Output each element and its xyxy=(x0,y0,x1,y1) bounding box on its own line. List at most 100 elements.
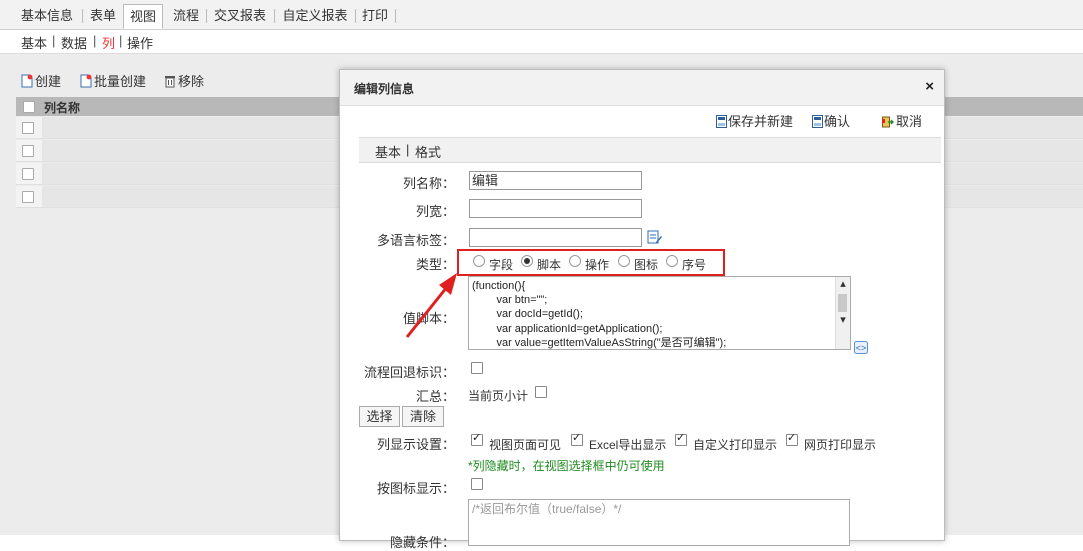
remove-label: 移除 xyxy=(178,74,205,89)
script-line: (function(){ var btn=""; var docId=getId… xyxy=(469,277,850,349)
confirm-button[interactable]: 确认 xyxy=(812,111,850,130)
tab-separator xyxy=(355,9,356,23)
view-visible-label: 视图页面可见 xyxy=(489,438,562,452)
clear-button[interactable]: 清除 xyxy=(402,406,444,427)
tab-flow[interactable]: 流程 xyxy=(169,6,203,28)
rollback-flag-checkbox[interactable] xyxy=(471,362,483,374)
save-and-new-button[interactable]: 保存并新建 xyxy=(716,111,793,130)
page-subtotal-checkbox[interactable] xyxy=(535,386,547,398)
top-tab-bar: 基本信息 表单 视图 流程 交叉报表 自定义报表 打印 xyxy=(0,0,1083,30)
script-scrollbar[interactable]: ▴ ▾ xyxy=(835,277,850,349)
scroll-down-icon[interactable]: ▾ xyxy=(836,313,850,327)
cancel-label: 取消 xyxy=(896,114,923,129)
script-line-2: var btn=""; xyxy=(472,294,548,307)
rollback-flag-label: 流程回退标识： xyxy=(363,365,455,380)
tab-separator xyxy=(82,9,83,23)
column-name-header: 列名称 xyxy=(44,101,81,115)
svg-text:<>: <> xyxy=(856,343,867,353)
column-width-label: 列宽： xyxy=(415,204,455,219)
icon-display-checkbox[interactable] xyxy=(471,478,483,490)
dialog-titlebar: 编辑列信息 × xyxy=(340,70,944,106)
row-checkbox[interactable] xyxy=(22,122,34,134)
batch-create-label: 批量创建 xyxy=(94,74,147,89)
type-radio-seq[interactable] xyxy=(666,255,678,267)
subnav-actions[interactable]: 操作 xyxy=(127,33,153,52)
form-tab-basic[interactable]: 基本 xyxy=(375,142,401,161)
custom-print-label: 自定义打印显示 xyxy=(693,438,778,452)
excel-export-label: Excel导出显示 xyxy=(589,438,667,452)
trash-icon xyxy=(165,76,175,88)
summary-label: 汇总： xyxy=(415,389,455,404)
i18n-label-input[interactable] xyxy=(469,228,642,247)
script-line-1: (function(){ xyxy=(472,280,526,292)
column-name-input[interactable]: 编辑 xyxy=(469,171,642,190)
create-label: 创建 xyxy=(35,74,62,89)
batch-create-button[interactable]: 批量创建 xyxy=(80,71,146,90)
subnav-separator: | xyxy=(93,33,97,48)
subnav-separator: | xyxy=(52,33,56,48)
page-subtotal-label: 当前页小计 xyxy=(468,389,529,403)
script-line-4: var applicationId=getApplication(); xyxy=(472,322,663,335)
excel-export-checkbox[interactable] xyxy=(571,431,583,446)
save-icon xyxy=(812,115,823,128)
confirm-label: 确认 xyxy=(824,114,851,129)
web-print-checkbox[interactable] xyxy=(786,431,798,446)
row-checkbox[interactable] xyxy=(22,191,34,203)
save-icon xyxy=(716,115,727,128)
subnav-separator: | xyxy=(119,33,123,48)
tab-cross-report[interactable]: 交叉报表 xyxy=(210,6,270,28)
type-option-action: 操作 xyxy=(585,258,610,272)
close-icon[interactable]: × xyxy=(925,78,934,95)
edit-column-dialog: 编辑列信息 × 保存并新建 确认 取消 基本 | 格式 列名称： 编辑 列宽： … xyxy=(339,69,945,550)
tab-print[interactable]: 打印 xyxy=(358,6,392,28)
edit-icon[interactable] xyxy=(647,229,662,245)
custom-print-checkbox[interactable] xyxy=(675,431,687,446)
script-line-3: var docId=getId(); xyxy=(472,308,583,321)
tab-custom-report[interactable]: 自定义报表 xyxy=(278,6,352,28)
column-width-input[interactable] xyxy=(469,199,642,218)
type-option-field: 字段 xyxy=(489,258,514,272)
value-script-textarea[interactable]: (function(){ var btn=""; var docId=getId… xyxy=(468,276,851,350)
column-name-label: 列名称： xyxy=(402,176,455,191)
type-radio-action[interactable] xyxy=(569,255,581,267)
tab-separator xyxy=(274,9,275,23)
script-line-5: var value=getItemValueAsString("是否可编辑"); xyxy=(472,336,727,349)
type-radio-icon[interactable] xyxy=(618,255,630,267)
web-print-label: 网页打印显示 xyxy=(804,438,877,452)
save-and-new-label: 保存并新建 xyxy=(728,114,794,129)
hidden-column-hint: *列隐藏时，在视图选择框中仍可使用 xyxy=(468,459,665,473)
remove-button[interactable]: 移除 xyxy=(164,71,204,90)
type-option-script: 脚本 xyxy=(537,258,562,272)
form-tab-bar: 基本 | 格式 xyxy=(359,137,941,163)
hide-condition-placeholder: /*返回布尔值（true/false）*/ xyxy=(472,502,622,516)
view-visible-checkbox[interactable] xyxy=(471,431,483,446)
tab-separator xyxy=(206,9,207,23)
exit-icon xyxy=(882,116,894,128)
script-editor-icon[interactable]: <> xyxy=(854,341,868,354)
subnav-data[interactable]: 数据 xyxy=(61,33,87,52)
select-button[interactable]: 选择 xyxy=(359,406,400,427)
row-checkbox[interactable] xyxy=(22,168,34,180)
scroll-up-icon[interactable]: ▴ xyxy=(836,277,850,291)
row-checkbox[interactable] xyxy=(22,145,34,157)
type-option-icon: 图标 xyxy=(634,258,659,272)
hide-condition-textarea[interactable]: /*返回布尔值（true/false）*/ xyxy=(468,499,850,546)
create-button[interactable]: 创建 xyxy=(21,71,61,90)
form-tab-format[interactable]: 格式 xyxy=(415,142,441,161)
tab-form[interactable]: 表单 xyxy=(86,6,120,28)
type-radio-script[interactable] xyxy=(521,255,533,267)
form-tab-separator: | xyxy=(406,142,410,157)
subnav-basic[interactable]: 基本 xyxy=(21,33,47,52)
type-option-seq: 序号 xyxy=(682,258,707,272)
tab-view[interactable]: 视图 xyxy=(123,4,163,29)
scroll-thumb[interactable] xyxy=(838,294,847,312)
tab-separator xyxy=(395,9,396,23)
select-all-checkbox[interactable] xyxy=(23,101,35,113)
cancel-button[interactable]: 取消 xyxy=(880,111,922,130)
sub-nav: 基本 | 数据 | 列 | 操作 xyxy=(0,30,1083,54)
icon-display-label: 按图标显示： xyxy=(376,481,455,496)
display-settings-label: 列显示设置： xyxy=(376,437,455,452)
subnav-columns[interactable]: 列 xyxy=(102,33,115,52)
i18n-label-label: 多语言标签： xyxy=(376,233,455,248)
tab-basic-info[interactable]: 基本信息 xyxy=(14,6,80,28)
